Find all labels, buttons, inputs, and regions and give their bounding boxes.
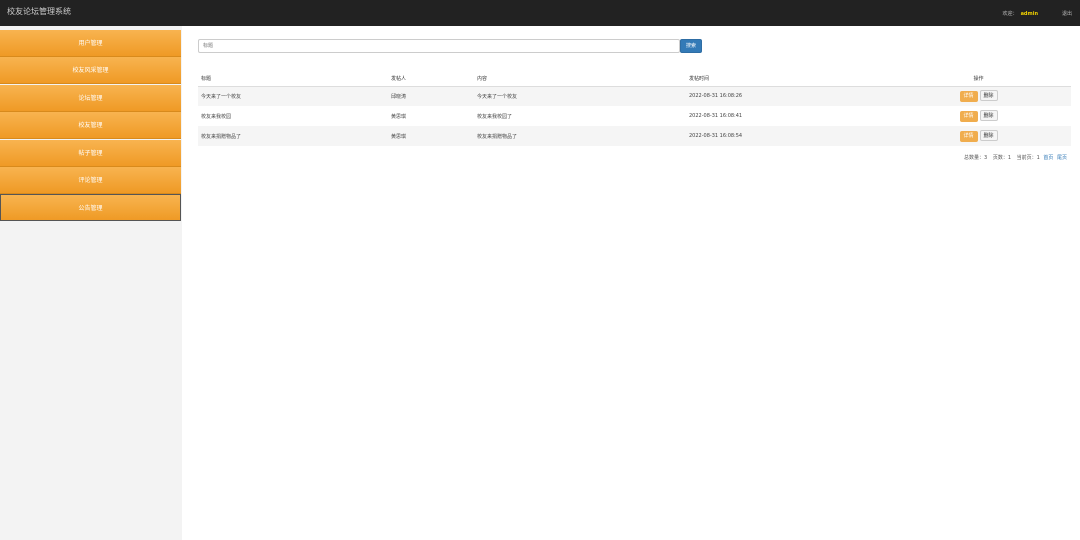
delete-button[interactable]: 删除 [979, 110, 998, 121]
sidebar-item-alumni-showcase[interactable]: 校友风采管理 [0, 57, 181, 85]
cell-time: 2022-08-31 16:08:41 [689, 113, 743, 119]
cell-title: 校友来捐赠物品了 [198, 126, 388, 146]
cell-time: 2022-08-31 16:08:26 [686, 86, 886, 106]
detail-button[interactable]: 详情 [959, 111, 978, 122]
table-row: 今天来了一个校友 邱晓涛 今天来了一个校友 2022-08-31 16:08:2… [198, 86, 1071, 106]
cell-author: 邱晓涛 [388, 86, 474, 106]
header-time: 发帖时间 [686, 72, 886, 87]
sidebar-item-posts[interactable]: 帖子管理 [0, 139, 181, 167]
header-actions: 操作 [886, 72, 1071, 87]
welcome-text: 欢迎： admin [1003, 10, 1038, 17]
current-user: admin [1020, 11, 1038, 17]
search-button[interactable]: 搜索 [680, 39, 702, 53]
cell-actions: 详情 删除 [886, 106, 1071, 126]
table-row: 校友来捐赠物品了 黄思琪 校友来捐赠物品了 2022-08-31 16:08:5… [198, 126, 1071, 146]
pager-current: 当前页：1 [1016, 155, 1040, 161]
pagination: 总数量：3 页数：1 当前页：1 首页 尾页 [960, 154, 1067, 161]
cell-content: 校友来我校园了 [477, 113, 513, 120]
sidebar-item-alumni[interactable]: 校友管理 [0, 112, 181, 140]
posts-table: 标题 发帖人 内容 发帖时间 操作 今天来了一个校友 邱晓涛 今天来了一个校友 … [198, 72, 1071, 146]
pager-first-link[interactable]: 首页 [1043, 155, 1053, 161]
cell-actions: 详情 删除 [886, 86, 1071, 106]
sidebar-item-users[interactable]: 用户管理 [0, 30, 181, 57]
delete-button[interactable]: 删除 [979, 90, 998, 102]
app-title[interactable]: 校友论坛管理系统 [7, 6, 71, 17]
search-input[interactable] [198, 39, 680, 53]
table-header-row: 标题 发帖人 内容 发帖时间 操作 [198, 72, 1071, 87]
sidebar-item-announcements[interactable]: 公告管理 [0, 194, 181, 222]
pager-last-link[interactable]: 尾页 [1057, 155, 1067, 161]
cell-content: 校友来捐赠物品了 [474, 126, 686, 146]
cell-time: 2022-08-31 16:08:54 [686, 126, 886, 146]
cell-author: 黄思琪 [391, 113, 407, 120]
header-content: 内容 [474, 72, 686, 87]
pager-total: 总数量：3 [964, 155, 988, 161]
sidebar-item-comments[interactable]: 评论管理 [0, 166, 181, 194]
header-author: 发帖人 [388, 72, 474, 87]
detail-button[interactable]: 详情 [959, 91, 978, 103]
welcome-label: 欢迎： [1002, 11, 1018, 17]
top-navbar: 校友论坛管理系统 欢迎： admin 退出 [0, 0, 1080, 26]
cell-title: 校友来我校园 [201, 113, 232, 120]
detail-button[interactable]: 详情 [959, 131, 978, 142]
header-title: 标题 [198, 72, 388, 87]
sidebar-item-forum[interactable]: 论坛管理 [0, 84, 181, 112]
pager-pages: 页数：1 [992, 155, 1011, 161]
sidebar: 用户管理 校友风采管理 论坛管理 校友管理 帖子管理 评论管理 公告管理 [0, 26, 182, 540]
cell-actions: 详情 删除 [886, 126, 1071, 146]
main-content: 搜索 标题 发帖人 内容 发帖时间 操作 今天来了一个校友 邱晓涛 今天来了一个… [198, 38, 1071, 161]
table-row: 校友来我校园 黄思琪 校友来我校园了 2022-08-31 16:08:41 详… [198, 106, 1071, 126]
search-bar: 搜索 [198, 38, 1071, 53]
logout-link[interactable]: 退出 [1062, 10, 1072, 17]
cell-content: 今天来了一个校友 [474, 86, 686, 106]
cell-author: 黄思琪 [388, 126, 474, 146]
delete-button[interactable]: 删除 [979, 130, 998, 141]
cell-title: 今天来了一个校友 [198, 86, 388, 106]
